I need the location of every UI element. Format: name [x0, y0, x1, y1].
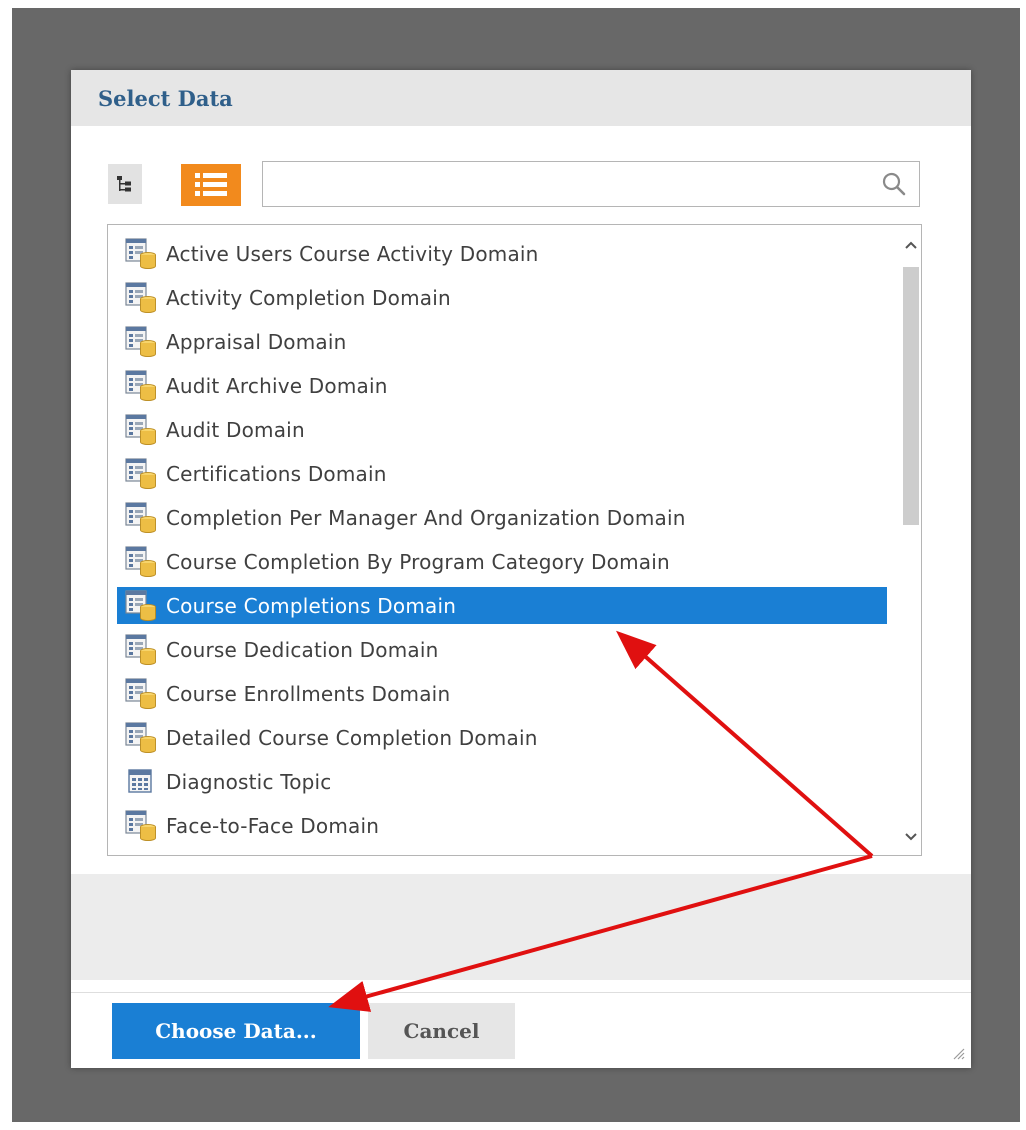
chevron-down-icon [905, 833, 917, 841]
scroll-up-arrow[interactable] [901, 233, 921, 257]
domain-icon [125, 501, 157, 534]
list-item-label: Course Enrollments Domain [166, 681, 451, 706]
dialog-header: Select Data [71, 70, 971, 126]
dialog-body-filler [71, 874, 971, 980]
list-item-label: Appraisal Domain [166, 329, 347, 354]
scroll-down-arrow[interactable] [901, 825, 921, 849]
domain-icon [125, 237, 157, 270]
list-item[interactable]: Course Enrollments Domain [117, 675, 887, 712]
list-item[interactable]: Course Completions Domain [117, 587, 887, 624]
domain-icon [125, 809, 157, 842]
resize-grip-icon[interactable] [951, 1046, 965, 1060]
list-item-label: Diagnostic Topic [166, 769, 332, 794]
tree-view-icon [117, 176, 131, 192]
cancel-button[interactable]: Cancel [368, 1003, 515, 1059]
list-item[interactable]: Course Completion By Program Category Do… [117, 543, 887, 580]
list-item[interactable]: Face-to-Face Domain [117, 807, 887, 844]
search-input[interactable] [263, 162, 863, 206]
list-item[interactable]: Certifications Domain [117, 455, 887, 492]
list-item-label: Completion Per Manager And Organization … [166, 505, 686, 530]
list-item-label: Audit Archive Domain [166, 373, 388, 398]
domain-icon [125, 633, 157, 666]
list-item[interactable]: Audit Archive Domain [117, 367, 887, 404]
domain-icon [125, 589, 157, 622]
list-item[interactable]: Active Users Course Activity Domain [117, 235, 887, 272]
list-item[interactable]: Appraisal Domain [117, 323, 887, 360]
list-item[interactable]: Course Dedication Domain [117, 631, 887, 668]
domain-icon [125, 457, 157, 490]
list-item-label: Course Completion By Program Category Do… [166, 549, 670, 574]
domain-icon [125, 281, 157, 314]
list-item-label: Course Completions Domain [166, 593, 457, 618]
list-view-button[interactable] [181, 164, 241, 206]
list-item[interactable]: Detailed Course Completion Domain [117, 719, 887, 756]
chevron-up-icon [905, 241, 917, 249]
scrollbar[interactable] [901, 225, 921, 855]
list-item[interactable]: Activity Completion Domain [117, 279, 887, 316]
list-item[interactable]: Diagnostic Topic [117, 763, 887, 800]
list-item[interactable]: Audit Domain [117, 411, 887, 448]
list-item-label: Course Dedication Domain [166, 637, 439, 662]
list-item-label: Certifications Domain [166, 461, 387, 486]
footer-divider [71, 992, 971, 993]
tree-view-button[interactable] [108, 164, 142, 204]
list-item-label: Activity Completion Domain [166, 285, 451, 310]
scrollbar-thumb[interactable] [903, 267, 919, 525]
domain-icon [125, 545, 157, 578]
domain-icon [125, 721, 157, 754]
domain-icon [125, 369, 157, 402]
choose-data-button[interactable]: Choose Data... [112, 1003, 360, 1059]
list-item-label: Detailed Course Completion Domain [166, 725, 538, 750]
domain-icon [125, 413, 157, 446]
list-item[interactable]: Completion Per Manager And Organization … [117, 499, 887, 536]
topic-icon [125, 766, 157, 798]
search-icon[interactable] [881, 171, 907, 197]
list-view-icon [195, 173, 227, 196]
data-source-list[interactable]: Active Users Course Activity Domain Activ… [107, 224, 922, 856]
dialog-title: Select Data [98, 86, 233, 111]
select-data-dialog: Select Data Active Users Course Activity… [71, 70, 971, 1068]
list-item-label: Face-to-Face Domain [166, 813, 380, 838]
domain-icon [125, 325, 157, 358]
search-box [262, 161, 920, 207]
domain-icon [125, 677, 157, 710]
list-item-label: Audit Domain [166, 417, 305, 442]
list-item-label: Active Users Course Activity Domain [166, 241, 539, 266]
